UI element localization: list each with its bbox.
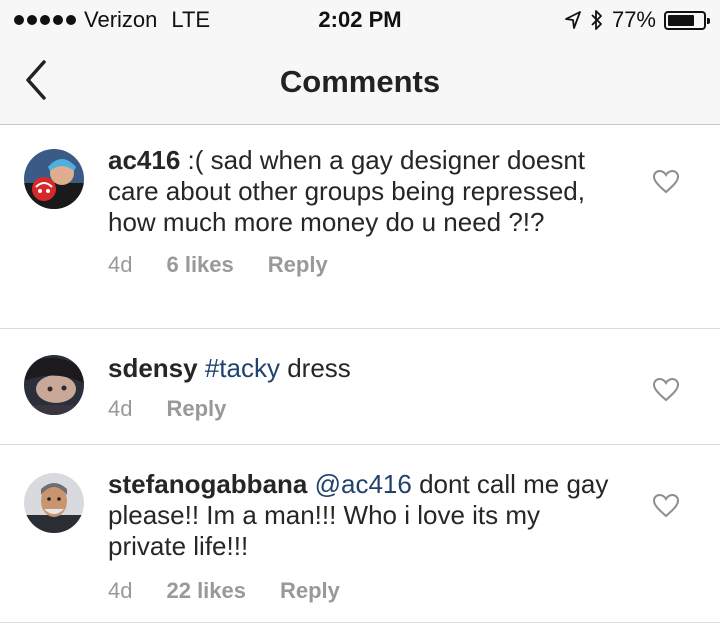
comment-meta: 4d 6 likes Reply [108,252,618,278]
reply-button[interactable]: Reply [280,578,340,604]
comment-body: stefanogabbana @ac416 dont call me gay p… [108,469,618,604]
status-right: 77% [564,7,710,33]
nav-bar: Comments [0,40,720,125]
hashtag-link[interactable]: #tacky [205,353,280,383]
comment-time: 4d [108,396,133,421]
comment-username[interactable]: ac416 [108,145,180,175]
like-button[interactable] [652,493,680,519]
comment-body: ac416 :( sad when a gay designer doesnt … [108,145,618,278]
comment-meta: 4d Reply [108,396,618,422]
heart-outline-icon [652,493,680,518]
battery-icon [664,10,710,30]
comment-username[interactable]: sdensy [108,353,198,383]
comment-list: ac416 :( sad when a gay designer doesnt … [0,125,720,623]
page-title: Comments [279,64,441,99]
comment-meta: 4d 22 likes Reply [108,578,618,604]
comment-message: :( sad when a gay designer doesnt care a… [108,145,586,237]
comment-text: ac416 :( sad when a gay designer doesnt … [108,145,618,238]
reply-button[interactable]: Reply [268,252,328,278]
comment-text: sdensy #tacky dress [108,353,618,384]
comment-item: stefanogabbana @ac416 dont call me gay p… [0,445,720,623]
location-arrow-icon [565,11,581,29]
avatar[interactable] [24,149,84,209]
like-button[interactable] [652,377,680,403]
comment-time: 4d [108,252,133,277]
comment-text: stefanogabbana @ac416 dont call me gay p… [108,469,618,562]
comment-username[interactable]: stefanogabbana [108,469,307,499]
like-button[interactable] [652,169,680,195]
comment-likes[interactable]: 22 likes [166,578,246,604]
status-bar: Verizon LTE 2:02 PM 77% [0,0,720,40]
avatar[interactable] [24,355,84,415]
comment-item: sdensy #tacky dress 4d Reply [0,329,720,445]
avatar[interactable] [24,473,84,533]
bluetooth-icon [591,10,602,30]
comment-likes[interactable]: 6 likes [166,252,233,278]
battery-percent: 77% [611,7,656,32]
comment-message: dress [280,353,351,383]
heart-outline-icon [652,377,680,402]
comment-item: ac416 :( sad when a gay designer doesnt … [0,125,720,329]
reply-button[interactable]: Reply [166,396,226,422]
comment-time: 4d [108,578,133,603]
comment-body: sdensy #tacky dress 4d Reply [108,353,618,422]
mention-link[interactable]: @ac416 [315,469,412,499]
heart-outline-icon [652,169,680,194]
